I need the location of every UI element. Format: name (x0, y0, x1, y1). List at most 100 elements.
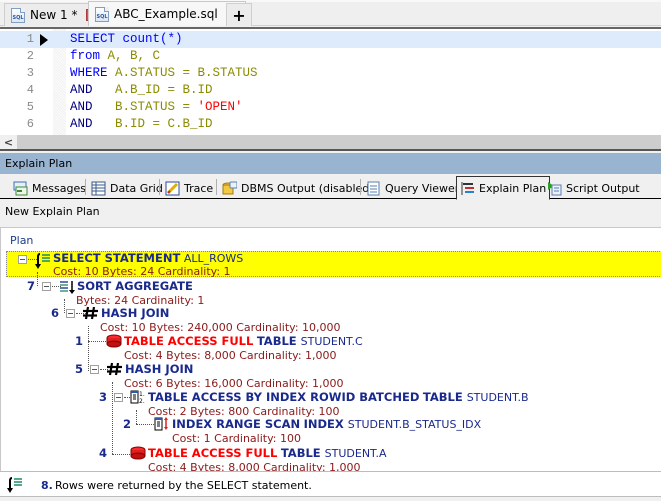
scroll-left-button[interactable]: < (0, 135, 17, 149)
step-number: 2 (122, 417, 131, 431)
sql-file-icon: SQL (11, 7, 25, 23)
operation-name: TABLE ACCESS FULL (148, 446, 278, 460)
tree-connector (88, 326, 89, 371)
code-token: AND (70, 83, 93, 97)
status-step-number: 8. (41, 479, 53, 492)
tab-separator (216, 179, 217, 195)
tab-script-output[interactable]: Script Output (544, 177, 643, 199)
svg-text:1.: 1. (139, 391, 145, 398)
line-number: 2 (26, 49, 34, 63)
object-type: INDEX (303, 417, 348, 431)
editor-tab-bar: SQL New 1 * x SQL ABC_Example.sql x + (0, 0, 661, 26)
line-number: 5 (26, 100, 34, 114)
sql-file-icon: SQL (95, 6, 109, 22)
code-line[interactable]: 1 SELECT count(*) (0, 31, 661, 48)
code-token: A.STATUS = B.STATUS (107, 66, 258, 80)
hash-join-icon (107, 362, 122, 379)
tab-data-grid[interactable]: Data Grid (88, 177, 166, 199)
collapse-toggle[interactable] (114, 393, 123, 402)
step-number: 3 (98, 390, 107, 404)
select-statement-icon (7, 476, 23, 497)
object-name: STUDENT.A (324, 447, 387, 460)
tree-connector (136, 410, 137, 424)
collapse-toggle[interactable] (42, 282, 51, 291)
tab-label: Messages (32, 181, 86, 195)
status-bar: 8. Rows were returned by the SELECT stat… (0, 471, 661, 497)
object-name: STUDENT.B_STATUS_IDX (347, 418, 482, 431)
step-number: 6 (50, 306, 59, 320)
current-statement-arrow-icon (40, 34, 48, 46)
tree-connector (37, 272, 38, 286)
step-number: 4 (98, 446, 107, 460)
tab-separator (360, 179, 361, 195)
collapse-toggle[interactable] (18, 255, 27, 264)
tab-label: DBMS Output (disabled) (241, 181, 374, 195)
collapse-toggle[interactable] (66, 309, 75, 318)
operation-name: TABLE ACCESS BY INDEX ROWID BATCHED (148, 390, 420, 404)
tab-messages[interactable]: Messages (10, 177, 89, 199)
tab-dbms-output[interactable]: DBMS Output (disabled) (219, 177, 377, 199)
dbms-output-icon (222, 181, 238, 196)
sql-editor[interactable]: 1 SELECT count(*) 2 from A, B, C 3 WHERE A.ST… (0, 27, 661, 135)
object-type: TABLE (422, 390, 467, 404)
code-token: B.ID = C.B_ID (92, 117, 213, 131)
tree-connector (64, 299, 65, 313)
table-access-full-icon (106, 334, 122, 351)
code-token: AND (70, 100, 93, 114)
code-text: WHERE A.STATUS = B.STATUS (70, 65, 258, 82)
node-stats: Cost: 6 Bytes: 16,000 Cardinality: 1,000 (124, 377, 344, 390)
code-token: AND (70, 117, 93, 131)
data-grid-icon (91, 181, 106, 196)
output-tabs: Messages Data Grid Trace DBMS Output (di… (0, 174, 661, 200)
code-token: 'OPEN' (197, 100, 243, 114)
code-token: count(*) (122, 32, 183, 46)
tree-connector (112, 454, 130, 455)
tab-label: Trace (184, 181, 214, 195)
explain-plan-tree[interactable]: Plan SELECT STATEMENT ALL_ROWS Cost: 10 … (0, 227, 661, 474)
node-stats: Cost: 4 Bytes: 8,000 Cardinality: 1,000 (124, 349, 337, 362)
code-text: SELECT count(*) (70, 31, 183, 48)
status-message: Rows were returned by the SELECT stateme… (55, 479, 312, 492)
line-number: 3 (26, 66, 34, 80)
tree-connector (88, 341, 106, 342)
collapse-toggle[interactable] (90, 365, 99, 374)
step-number: 5 (74, 362, 83, 376)
code-token: SELECT (70, 32, 123, 46)
query-viewer-icon (366, 181, 381, 196)
code-text: AND B.ID = C.B_ID (70, 116, 213, 133)
script-output-icon (547, 181, 562, 196)
horizontal-scrollbar[interactable]: < (0, 135, 661, 151)
object-type: TABLE (256, 334, 301, 348)
tab-abc-example[interactable]: SQL ABC_Example.sql x (88, 1, 246, 26)
trace-icon (165, 181, 180, 196)
node-stats: Cost: 10 Bytes: 240,000 Cardinality: 10,… (100, 321, 341, 334)
panel-title: Explain Plan (0, 153, 661, 174)
object-name: STUDENT.C (300, 335, 363, 348)
code-line[interactable]: 4 AND A.B_ID = B.ID (0, 82, 661, 99)
code-token: WHERE (70, 66, 108, 80)
tab-explain-plan[interactable]: Explain Plan (456, 176, 551, 200)
svg-text:2.: 2. (139, 398, 145, 404)
node-stats: Cost: 1 Cardinality: 100 (172, 432, 301, 445)
tab-label: Query Viewer (385, 181, 460, 195)
tab-query-viewer[interactable]: Query Viewer (363, 177, 462, 199)
add-tab-button[interactable]: + (226, 3, 252, 26)
code-line[interactable]: 3 WHERE A.STATUS = B.STATUS (0, 65, 661, 82)
code-line[interactable]: 2 from A, B, C (0, 48, 661, 65)
code-text: AND B.STATUS = 'OPEN' (70, 99, 243, 116)
node-stats: Cost: 10 Bytes: 24 Cardinality: 1 (53, 265, 231, 278)
code-line[interactable]: 6 AND B.ID = C.B_ID (0, 116, 661, 133)
tab-label: ABC_Example.sql (114, 7, 218, 21)
tab-trace[interactable]: Trace (162, 177, 216, 199)
code-token: A.B_ID = B.ID (92, 83, 213, 97)
operation-name: INDEX RANGE SCAN (172, 417, 301, 431)
code-line[interactable]: 5 AND B.STATUS = 'OPEN' (0, 99, 661, 116)
operation-name: HASH JOIN (125, 362, 194, 376)
object-type: TABLE (280, 446, 325, 460)
index-range-scan-icon (154, 417, 170, 434)
table-access-rowid-icon: 1. 2. (130, 390, 146, 407)
tab-label: Data Grid (110, 181, 163, 195)
tab-separator (159, 179, 160, 195)
object-name: STUDENT.B (466, 391, 529, 404)
tab-separator (85, 179, 86, 195)
